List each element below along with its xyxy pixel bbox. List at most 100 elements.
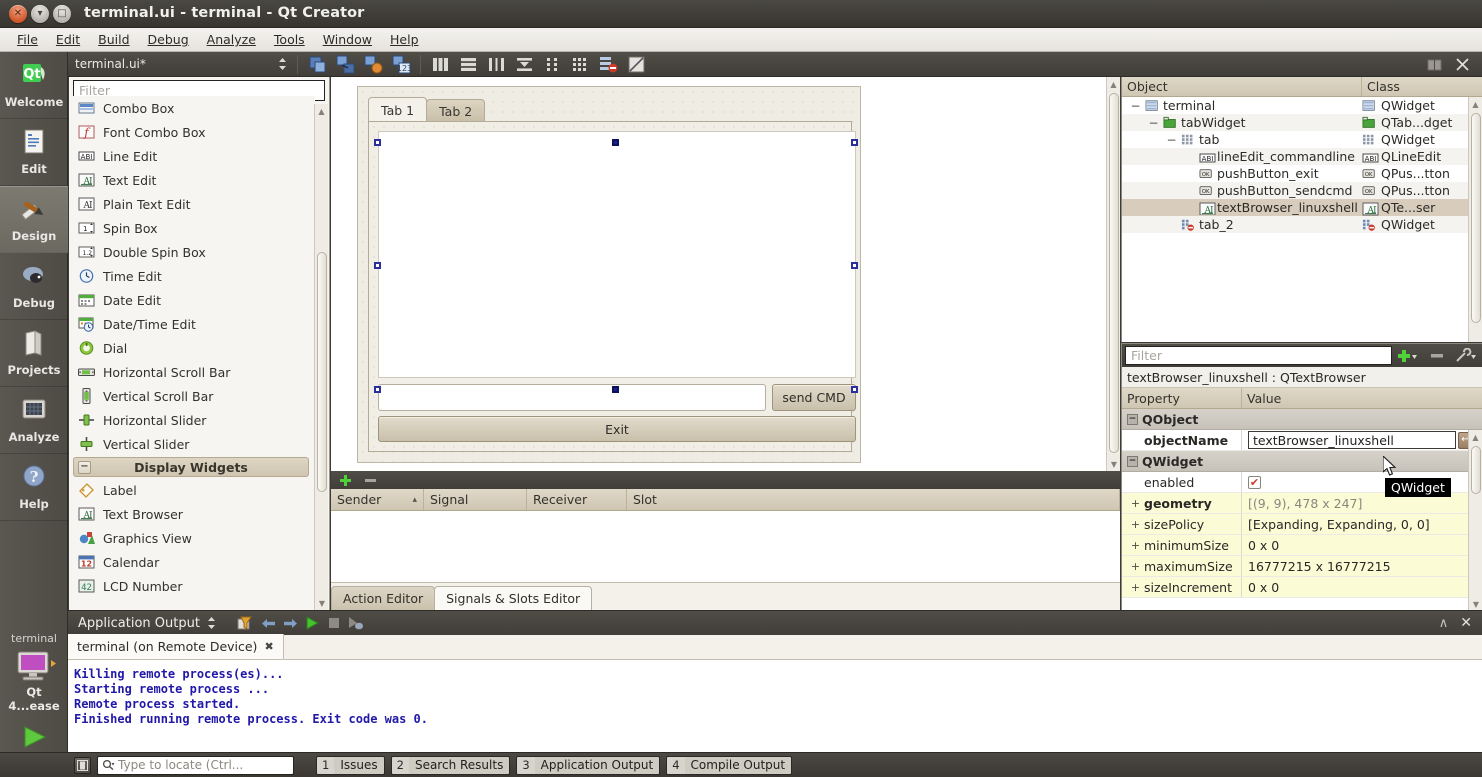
widget-box-item[interactable]: Date/Time Edit	[69, 312, 315, 336]
property-row[interactable]: + minimumSize 0 x 0	[1122, 535, 1482, 556]
exit-button[interactable]: Exit	[378, 416, 856, 442]
property-row[interactable]: objectName textBrowser_linuxshell ↩	[1122, 430, 1482, 451]
output-button-issues[interactable]: 1 Issues	[316, 755, 385, 775]
widget-box-item[interactable]: ABI Line Edit	[69, 144, 315, 168]
add-property-icon[interactable]	[1395, 346, 1421, 366]
prev-icon[interactable]	[261, 617, 276, 630]
widget-box-item[interactable]: Graphics View	[69, 526, 315, 550]
menu-item-window[interactable]: Window	[314, 30, 381, 49]
layout-vertical-icon[interactable]	[454, 53, 482, 76]
widget-box-item[interactable]: Combo Box	[69, 96, 315, 120]
layout-form-icon[interactable]	[538, 53, 566, 76]
text-browser-widget[interactable]	[378, 131, 856, 378]
scrollbar-thumb[interactable]	[1471, 446, 1481, 494]
form-tab-page[interactable]: send CMD Exit	[368, 121, 856, 452]
configure-icon[interactable]	[1453, 346, 1479, 366]
expand-icon[interactable]: +	[1131, 561, 1140, 572]
mode-design[interactable]: Design	[0, 186, 68, 253]
output-button-search-results[interactable]: 2 Search Results	[390, 755, 511, 775]
form-tab-2[interactable]: Tab 2	[426, 99, 486, 122]
close-tab-icon[interactable]: ✖	[264, 640, 273, 653]
menu-item-analyze[interactable]: Analyze	[198, 30, 265, 49]
tab-widget[interactable]: Tab 1 Tab 2 send CMD Exit	[368, 97, 856, 452]
break-layout-icon[interactable]	[594, 53, 622, 76]
property-row[interactable]: + maximumSize 16777215 x 16777215	[1122, 556, 1482, 577]
next-icon[interactable]	[283, 617, 298, 630]
output-tab-terminal[interactable]: terminal (on Remote Device) ✖	[68, 634, 284, 659]
widget-box-item[interactable]: Progress Bar	[69, 598, 315, 602]
tree-expander-icon[interactable]	[1184, 202, 1195, 213]
object-tree-row[interactable]: OK pushButton_exit OK QPus...tton	[1122, 165, 1482, 182]
tree-expander-icon[interactable]	[1184, 168, 1195, 179]
property-group-row[interactable]: − QWidget	[1122, 451, 1482, 472]
widget-box-item[interactable]: A I Text Edit	[69, 168, 315, 192]
object-tree[interactable]: − terminal QWidget − tabWidget QTab...dget − ta…	[1122, 97, 1482, 233]
scroll-up-arrow-icon[interactable]: ▲	[315, 104, 328, 118]
tree-expander-icon[interactable]	[1184, 151, 1195, 162]
scroll-down-arrow-icon[interactable]: ▼	[1469, 597, 1482, 611]
form-tab-1[interactable]: Tab 1	[368, 97, 428, 122]
column-sender[interactable]: Sender ▴	[331, 489, 424, 510]
output-button-application-output[interactable]: 3 Application Output	[516, 755, 661, 775]
widget-box-item[interactable]: Horizontal Scroll Bar	[69, 360, 315, 384]
selection-handle-top-right[interactable]	[851, 139, 858, 146]
widget-box-item[interactable]: Dial	[69, 336, 315, 360]
tree-expander-icon[interactable]: −	[1148, 117, 1159, 129]
widget-box-item[interactable]: Horizontal Slider	[69, 408, 315, 432]
command-line-input[interactable]	[378, 384, 766, 411]
mode-analyze[interactable]: Analyze	[0, 387, 68, 454]
property-filter-input[interactable]: Filter	[1125, 346, 1392, 365]
stop-icon[interactable]	[327, 616, 341, 630]
plus-icon[interactable]	[339, 474, 352, 487]
expand-icon[interactable]: +	[1131, 540, 1140, 551]
column-signal[interactable]: Signal	[424, 489, 527, 510]
column-property[interactable]: Property	[1122, 388, 1242, 408]
widget-box-item[interactable]: Label	[69, 478, 315, 502]
object-tree-row[interactable]: OK pushButton_sendcmd OK QPus...tton	[1122, 182, 1482, 199]
property-row[interactable]: + sizePolicy [Expanding, Expanding, 0, 0]	[1122, 514, 1482, 535]
form-editor[interactable]: Tab 1 Tab 2 send CMD Exit ▲ ▼	[331, 77, 1120, 471]
object-inspector-scrollbar[interactable]: ▲	[1468, 97, 1482, 342]
property-rows[interactable]: − QObject objectName textBrowser_linuxshell…	[1122, 409, 1482, 598]
property-row[interactable]: + sizeIncrement 0 x 0	[1122, 577, 1482, 598]
enabled-checkbox[interactable]: ✔	[1248, 475, 1261, 489]
widget-box-item[interactable]: 1 Spin Box	[69, 216, 315, 240]
edit-signals-slots-icon[interactable]	[331, 53, 359, 76]
menu-item-debug[interactable]: Debug	[139, 30, 198, 49]
selection-handle-bottom-right[interactable]	[851, 386, 858, 393]
chevron-updown-icon[interactable]	[207, 616, 216, 630]
menu-item-edit[interactable]: Edit	[47, 30, 89, 49]
object-tree-row[interactable]: tab_2 QWidget	[1122, 216, 1482, 233]
scrollbar-thumb[interactable]	[1471, 113, 1481, 323]
form-canvas[interactable]: Tab 1 Tab 2 send CMD Exit	[331, 77, 1106, 471]
widget-box-item[interactable]: Vertical Slider	[69, 432, 315, 456]
selection-handle-top-center[interactable]	[612, 139, 619, 146]
selection-handle-mid-left[interactable]	[374, 262, 381, 269]
widget-box-scrollbar[interactable]: ▲ ▼	[314, 104, 328, 610]
column-object[interactable]: Object	[1122, 77, 1362, 96]
selection-handle-top-left[interactable]	[374, 139, 381, 146]
mode-help[interactable]: ? Help	[0, 454, 68, 521]
edit-tab-order-icon[interactable]: 123	[387, 53, 415, 76]
locator-input[interactable]: Type to locate (Ctrl...	[97, 755, 294, 775]
edit-widgets-icon[interactable]	[303, 53, 331, 76]
selection-handle-bottom-center[interactable]	[612, 386, 619, 393]
column-value[interactable]: Value	[1242, 388, 1482, 408]
send-cmd-button[interactable]: send CMD	[772, 384, 856, 411]
widget-box-item[interactable]: f Font Combo Box	[69, 120, 315, 144]
expand-icon[interactable]: +	[1131, 519, 1140, 530]
form-editor-scrollbar[interactable]: ▲ ▼	[1106, 77, 1120, 471]
menu-item-tools[interactable]: Tools	[265, 30, 314, 49]
close-window-button[interactable]: ✕	[9, 5, 27, 23]
scroll-up-arrow-icon[interactable]: ▲	[1107, 77, 1120, 91]
layout-splitter-horizontal-icon[interactable]	[482, 53, 510, 76]
mode-debug[interactable]: Debug	[0, 253, 68, 320]
close-pane-icon[interactable]: ✕	[1460, 615, 1472, 631]
widget-box-item[interactable]: Date Edit	[69, 288, 315, 312]
selection-handle-bottom-left[interactable]	[374, 386, 381, 393]
widget-box-item[interactable]: 1.2 Double Spin Box	[69, 240, 315, 264]
object-name-input[interactable]: textBrowser_linuxshell	[1248, 431, 1456, 449]
expand-icon[interactable]: +	[1131, 498, 1140, 509]
signals-slots-table-body[interactable]	[331, 511, 1120, 577]
object-tree-row[interactable]: − terminal QWidget	[1122, 97, 1482, 114]
